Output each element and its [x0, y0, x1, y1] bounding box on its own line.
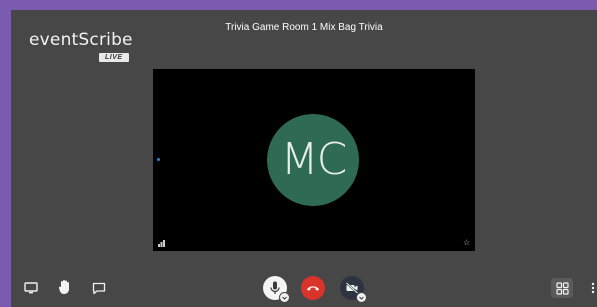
more-options-button[interactable] [589, 280, 597, 296]
screen-share-icon [24, 282, 38, 294]
hang-up-button[interactable] [301, 276, 325, 300]
logo-text: eventScribe [29, 30, 133, 50]
tile-view-button[interactable] [551, 278, 573, 298]
video-stage[interactable]: MC ☆ [153, 69, 475, 251]
raise-hand-icon [58, 280, 69, 294]
raise-hand-button[interactable] [56, 278, 74, 296]
meeting-app: eventScribe LIVE Trivia Game Room 1 Mix … [11, 10, 597, 307]
microphone-icon [270, 281, 280, 294]
more-options-icon [591, 282, 595, 294]
status-dot [157, 158, 160, 161]
chat-icon [92, 282, 106, 294]
signal-icon [158, 240, 165, 247]
live-badge: LIVE [99, 53, 129, 62]
screen-share-button[interactable] [22, 280, 40, 296]
chevron-down-icon [359, 296, 364, 300]
meeting-title: Trivia Game Room 1 Mix Bag Trivia [225, 22, 383, 33]
microphone-button[interactable] [263, 276, 290, 303]
hang-up-icon [307, 286, 319, 291]
chat-button[interactable] [90, 280, 108, 296]
participant-avatar: MC [267, 114, 359, 206]
camera-off-icon [345, 282, 359, 294]
star-icon[interactable]: ☆ [463, 239, 471, 247]
eventscribe-logo: eventScribe LIVE [29, 30, 149, 66]
tile-view-icon [555, 281, 569, 295]
microphone-options-chevron[interactable] [279, 292, 290, 303]
video-options-chevron[interactable] [356, 292, 367, 303]
video-button[interactable] [340, 276, 367, 303]
chevron-down-icon [282, 296, 287, 300]
